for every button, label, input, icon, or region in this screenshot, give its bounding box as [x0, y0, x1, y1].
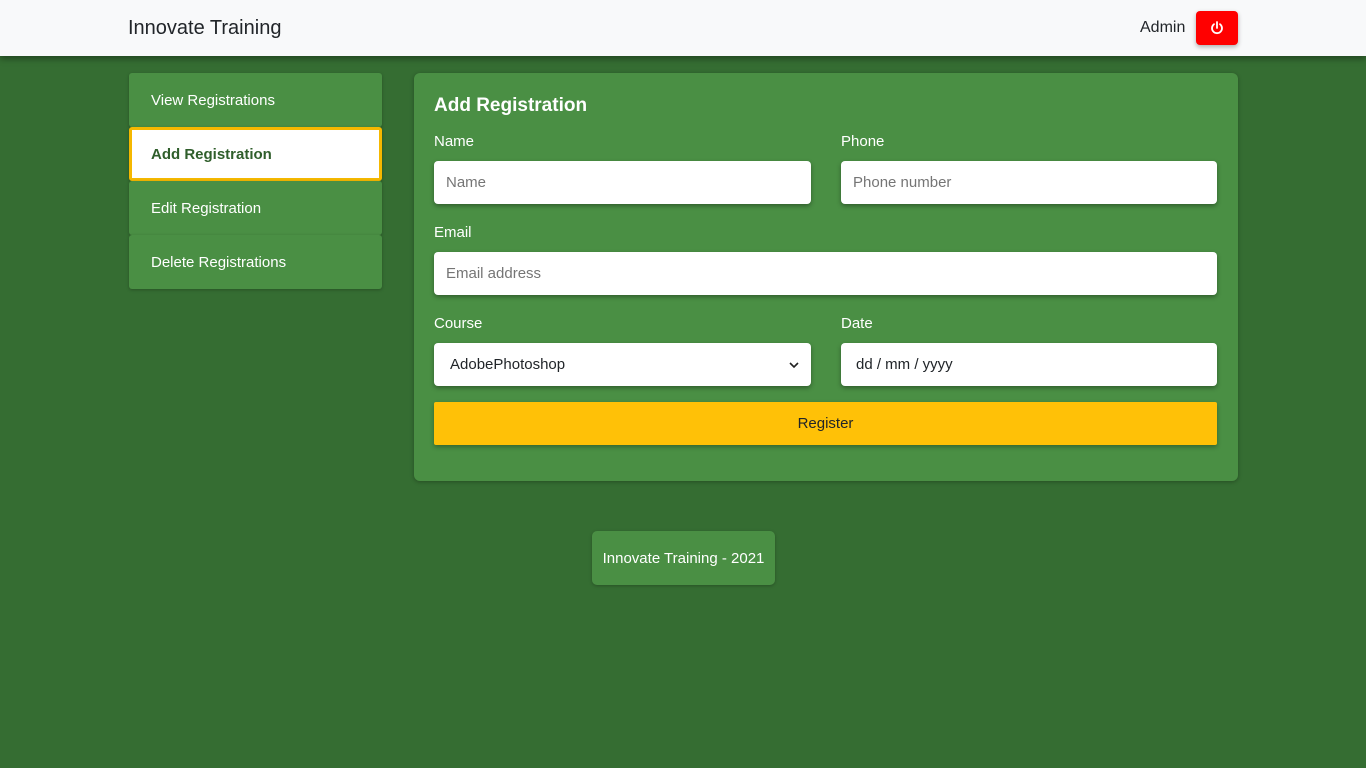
power-icon [1211, 21, 1223, 35]
chevron-down-icon [789, 361, 799, 368]
course-value: AdobePhotoshop [450, 356, 566, 373]
sidebar-item-edit-registration[interactable]: Edit Registration [129, 181, 382, 235]
phone-input[interactable] [841, 161, 1217, 204]
footer: Innovate Training - 2021 [592, 531, 775, 585]
brand[interactable]: Innovate Training [128, 17, 281, 40]
date-label: Date [841, 315, 873, 332]
form-title: Add Registration [434, 95, 588, 116]
course-label: Course [434, 315, 483, 332]
user-name: Admin [1140, 19, 1186, 36]
date-value: dd / mm / yyyy [856, 356, 953, 373]
logout-button[interactable] [1196, 11, 1238, 45]
course-select[interactable]: AdobePhotoshop [434, 343, 811, 386]
date-input[interactable]: dd / mm / yyyy [841, 343, 1217, 386]
register-button[interactable]: Register [434, 402, 1217, 445]
phone-label: Phone [841, 133, 885, 150]
sidebar-item-add-registration[interactable]: Add Registration [129, 127, 382, 181]
email-input[interactable] [434, 252, 1217, 295]
sidebar-item-delete-registrations[interactable]: Delete Registrations [129, 235, 382, 289]
registration-form: Add Registration Name Phone Email Course… [414, 73, 1238, 481]
email-label: Email [434, 224, 472, 241]
top-navbar: Innovate Training Admin [0, 0, 1366, 56]
name-label: Name [434, 133, 475, 150]
name-input[interactable] [434, 161, 811, 204]
sidebar: View Registrations Add Registration Edit… [129, 73, 382, 289]
sidebar-item-view-registrations[interactable]: View Registrations [129, 73, 382, 127]
